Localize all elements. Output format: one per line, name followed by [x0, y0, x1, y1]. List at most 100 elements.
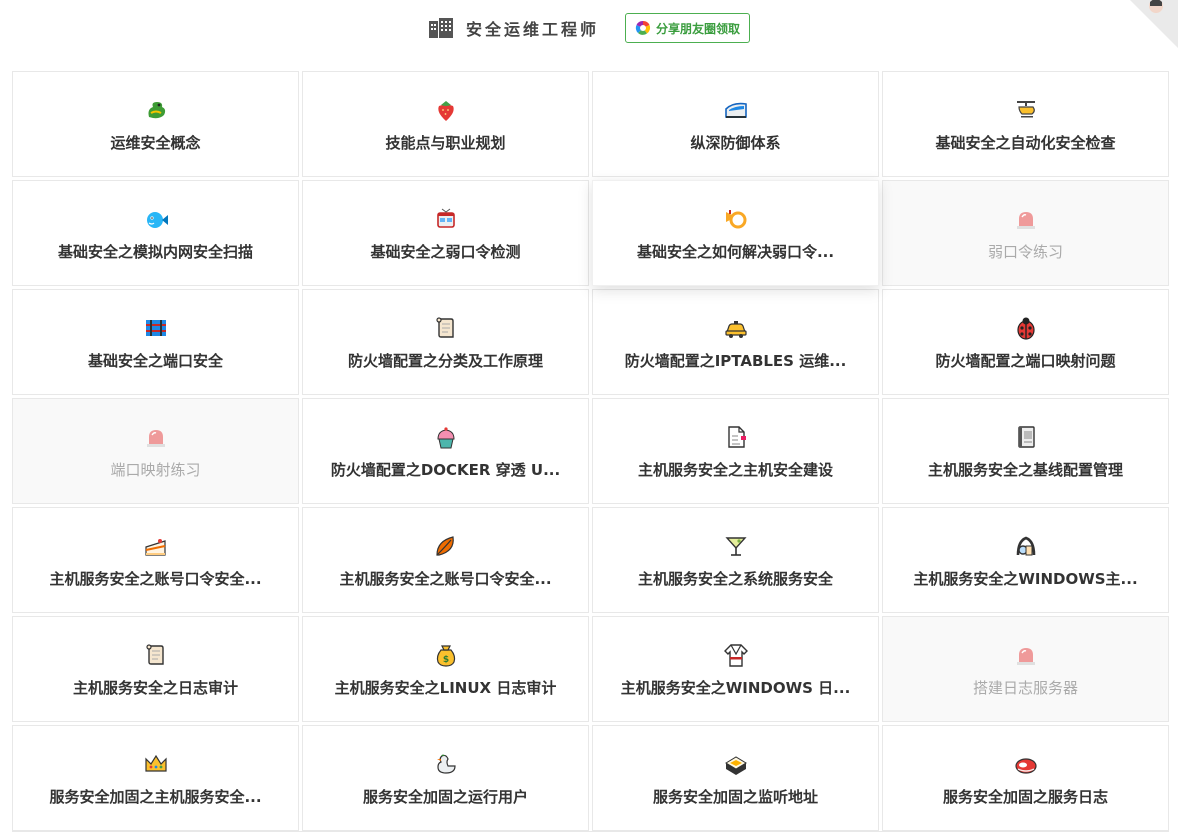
lesson-label: 基础安全之模拟内网安全扫描	[57, 242, 253, 261]
lesson-label: 防火墙配置之分类及工作原理	[347, 351, 543, 370]
martial-arts-uniform-icon	[722, 641, 750, 669]
lesson-label: 运维安全概念	[110, 133, 201, 152]
meat-icon	[1012, 750, 1040, 778]
cocktail-icon	[722, 532, 750, 560]
lesson-label: 服务安全加固之监听地址	[652, 787, 818, 806]
lesson-label: 纵深防御体系	[690, 133, 781, 152]
rotating-light-icon	[1016, 211, 1035, 229]
cupcake-icon	[436, 426, 455, 448]
notebook-icon	[1012, 423, 1040, 451]
ladybug-icon	[1012, 314, 1040, 342]
rotating-light-icon	[1016, 647, 1035, 665]
strawberry-icon	[432, 96, 460, 124]
scroll-icon	[435, 316, 454, 338]
lesson-card[interactable]: 运维安全概念	[12, 71, 299, 177]
lesson-card[interactable]: 基础安全之自动化安全检查	[882, 71, 1169, 177]
cocktail-icon	[724, 536, 747, 556]
sushi-icon	[724, 755, 747, 775]
lesson-label: 主机服务安全之LINUX 日志审计	[334, 678, 557, 697]
strawberry-icon	[437, 100, 454, 121]
office-building-icon	[428, 18, 453, 38]
bullet-train-icon	[722, 96, 750, 124]
share-button-label: 分享朋友圈领取	[656, 21, 741, 36]
lesson-card[interactable]: 防火墙配置之分类及工作原理	[302, 289, 589, 395]
meat-icon	[1014, 757, 1037, 774]
fallen-leaf-icon	[435, 535, 454, 556]
money-bag-icon: $	[436, 644, 455, 667]
lesson-card[interactable]: 服务安全加固之服务日志	[882, 725, 1169, 831]
lesson-card[interactable]: 主机服务安全之基线配置管理	[882, 398, 1169, 504]
share-moments-button[interactable]: 分享朋友圈领取	[625, 13, 751, 43]
fallen-leaf-icon	[432, 532, 460, 560]
martial-arts-uniform-icon	[723, 643, 748, 667]
postal-horn-icon	[722, 205, 750, 233]
lesson-card[interactable]: 主机服务安全之WINDOWS主...	[882, 507, 1169, 613]
lesson-card[interactable]: 服务安全加固之主机服务安全...	[12, 725, 299, 831]
lesson-label: 主机服务安全之系统服务安全	[637, 569, 833, 588]
lesson-card[interactable]: 基础安全之端口安全	[12, 289, 299, 395]
lesson-label: 搭建日志服务器	[972, 678, 1078, 697]
lesson-card[interactable]: 主机服务安全之账号口令安全...	[12, 507, 299, 613]
railway-icon	[142, 314, 170, 342]
lesson-label: 主机服务安全之WINDOWS 日...	[620, 678, 851, 697]
lesson-card[interactable]: 搭建日志服务器	[882, 616, 1169, 722]
svg-text:$: $	[442, 655, 448, 665]
money-bag-icon: $	[432, 641, 460, 669]
lesson-card[interactable]: 主机服务安全之WINDOWS 日...	[592, 616, 879, 722]
blowfish-icon	[146, 211, 168, 228]
page-header: 安全运维工程师 分享朋友圈领取	[0, 0, 1178, 56]
railway-icon	[145, 319, 166, 336]
detective-icon	[1016, 536, 1035, 555]
dragon-icon	[142, 96, 170, 124]
lesson-label: 端口映射练习	[110, 460, 201, 479]
lesson-card[interactable]: 基础安全之弱口令检测	[302, 180, 589, 286]
lesson-card[interactable]: 弱口令练习	[882, 180, 1169, 286]
ladybug-icon	[1016, 317, 1035, 340]
lesson-label: 主机服务安全之日志审计	[72, 678, 238, 697]
scroll-icon	[145, 643, 164, 665]
lesson-label: 主机服务安全之WINDOWS主...	[913, 569, 1138, 588]
lesson-card[interactable]: 技能点与职业规划	[302, 71, 589, 177]
next-row-edge	[12, 831, 1169, 836]
lesson-card[interactable]: 主机服务安全之主机安全建设	[592, 398, 879, 504]
sushi-icon	[722, 750, 750, 778]
lesson-card[interactable]: 防火墙配置之端口映射问题	[882, 289, 1169, 395]
rotating-light-icon	[1012, 205, 1040, 233]
lesson-card[interactable]: $ 主机服务安全之LINUX 日志审计	[302, 616, 589, 722]
page-icon	[722, 423, 750, 451]
lesson-card[interactable]: 主机服务安全之系统服务安全	[592, 507, 879, 613]
rotating-light-icon	[146, 429, 165, 447]
lesson-label: 主机服务安全之基线配置管理	[927, 460, 1123, 479]
lesson-card[interactable]: 服务安全加固之运行用户	[302, 725, 589, 831]
lesson-card[interactable]: 基础安全之模拟内网安全扫描	[12, 180, 299, 286]
lesson-label: 主机服务安全之账号口令安全...	[339, 569, 552, 588]
lesson-card[interactable]: 基础安全之如何解决弱口令...	[592, 180, 879, 286]
lesson-card[interactable]: 端口映射练习	[12, 398, 299, 504]
lesson-card[interactable]: 主机服务安全之日志审计	[12, 616, 299, 722]
bullet-train-icon	[724, 102, 747, 118]
page-icon	[727, 425, 746, 448]
postal-horn-icon	[725, 209, 746, 228]
lesson-card[interactable]: 防火墙配置之DOCKER 穿透 U...	[302, 398, 589, 504]
crown-icon	[142, 750, 170, 778]
lesson-label: 防火墙配置之IPTABLES 运维...	[624, 351, 847, 370]
lesson-label: 基础安全之端口安全	[87, 351, 223, 370]
rotating-light-icon	[142, 423, 170, 451]
notebook-icon	[1017, 425, 1035, 448]
lesson-label: 技能点与职业规划	[385, 133, 506, 152]
lesson-label: 主机服务安全之主机安全建设	[637, 460, 833, 479]
lesson-card[interactable]: 服务安全加固之监听地址	[592, 725, 879, 831]
lesson-label: 防火墙配置之端口映射问题	[935, 351, 1116, 370]
crown-icon	[144, 754, 167, 772]
lesson-label: 主机服务安全之账号口令安全...	[49, 569, 262, 588]
corner-avatar-icon[interactable]	[1130, 0, 1178, 48]
lesson-label: 基础安全之自动化安全检查	[935, 133, 1116, 152]
scroll-icon	[142, 641, 170, 669]
lesson-card[interactable]: 纵深防御体系	[592, 71, 879, 177]
lesson-card[interactable]: 主机服务安全之账号口令安全...	[302, 507, 589, 613]
duck-icon	[432, 750, 460, 778]
helicopter-icon	[1012, 96, 1040, 124]
dragon-icon	[148, 101, 165, 118]
duck-icon	[436, 754, 456, 774]
lesson-card[interactable]: 防火墙配置之IPTABLES 运维...	[592, 289, 879, 395]
